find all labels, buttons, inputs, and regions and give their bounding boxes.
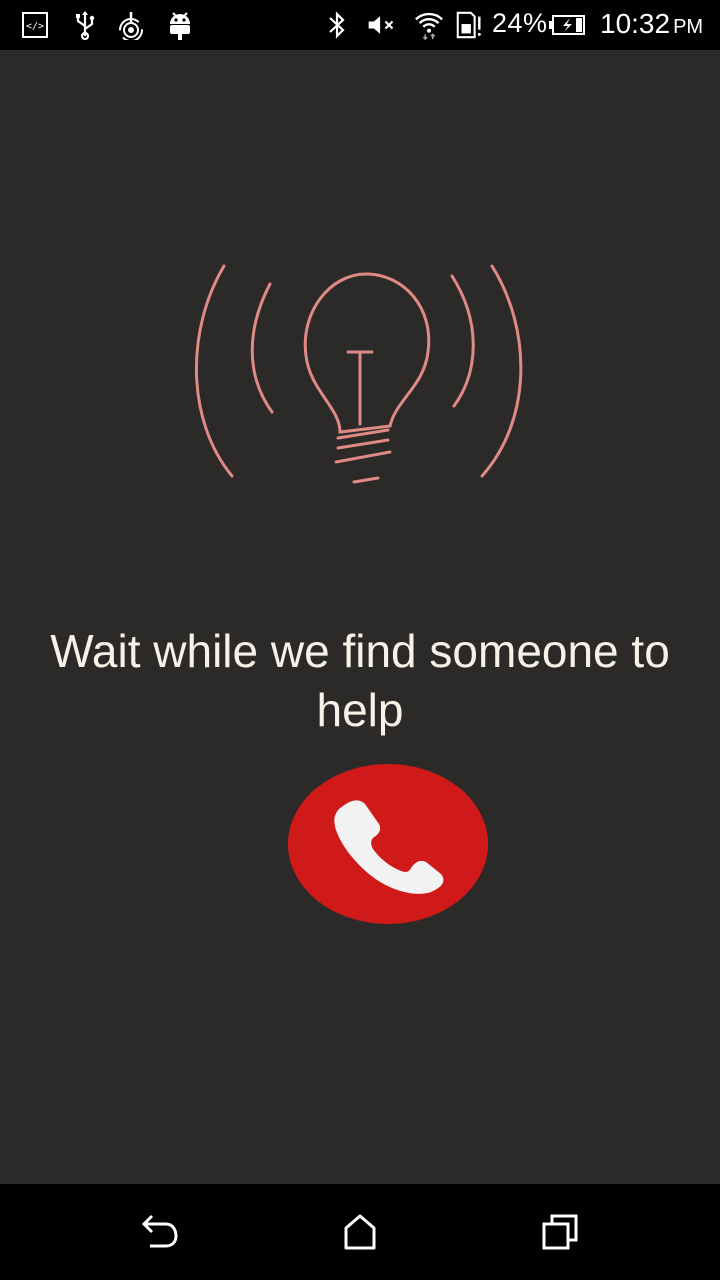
navigation-bar [0, 1184, 720, 1280]
status-bar: </> 24% 10:32 PM [0, 0, 720, 50]
battery-percent: 24% [492, 8, 548, 38]
developer-icon: </> [20, 9, 50, 41]
mute-icon [366, 9, 396, 41]
lightbulb-ringing-icon [190, 260, 530, 540]
android-icon [165, 9, 195, 41]
sim-alert-icon [454, 9, 484, 41]
wifi-icon [414, 9, 444, 41]
home-button[interactable] [330, 1202, 390, 1262]
hotspot-icon [116, 9, 146, 41]
call-button[interactable] [288, 764, 488, 924]
waiting-message: Wait while we find someone to help [50, 625, 670, 736]
back-icon [141, 1214, 178, 1248]
clock-ampm: PM [673, 16, 704, 38]
phone-icon [334, 800, 444, 894]
bluetooth-icon [322, 9, 352, 41]
usb-icon [70, 9, 100, 41]
waiting-screen: Wait while we find someone to help [0, 50, 720, 1184]
recent-apps-icon [542, 1214, 578, 1250]
recent-apps-button[interactable] [530, 1202, 590, 1262]
svg-text:</>: </> [26, 21, 44, 32]
battery-charging-icon [548, 9, 586, 41]
home-icon [344, 1214, 376, 1250]
clock: 10:32 PM [600, 8, 703, 40]
clock-time: 10:32 [600, 8, 671, 39]
back-button[interactable] [130, 1202, 190, 1262]
